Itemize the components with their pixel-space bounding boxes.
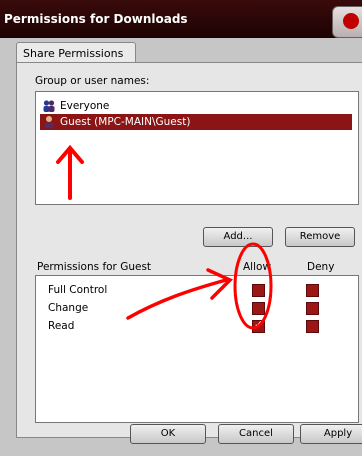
remove-button[interactable]: Remove — [285, 227, 355, 247]
window-title: Permissions for Downloads — [4, 12, 188, 26]
user-row-guest[interactable]: Guest (MPC-MAIN\Guest) — [40, 114, 352, 130]
checkmark-icon: ✓ — [254, 318, 264, 331]
user-name: Guest (MPC-MAIN\Guest) — [60, 116, 191, 128]
apply-button[interactable]: Apply — [300, 424, 362, 444]
allow-checkbox[interactable] — [252, 284, 265, 297]
permission-name: Full Control — [48, 284, 108, 296]
allow-column-label: Allow — [243, 261, 272, 273]
group-icon — [43, 100, 55, 112]
tab-label: Share Permissions — [23, 47, 124, 60]
permissions-header: Permissions for Guest Allow Deny — [35, 257, 357, 275]
deny-column-label: Deny — [307, 261, 335, 273]
deny-checkbox[interactable] — [306, 284, 319, 297]
permission-row-full-control: Full Control — [36, 282, 358, 300]
deny-checkbox[interactable] — [306, 320, 319, 333]
user-icon — [44, 116, 54, 129]
allow-checkbox[interactable]: ✓ — [252, 318, 265, 333]
cancel-button[interactable]: Cancel — [218, 424, 294, 444]
permissions-list: Full Control Change Read ✓ — [35, 275, 359, 423]
permission-name: Change — [48, 302, 89, 314]
dialog-body: Share Permissions Group or user names: E… — [0, 38, 362, 456]
user-list[interactable]: Everyone Guest (MPC-MAIN\Guest) — [35, 91, 359, 205]
user-name: Everyone — [60, 100, 110, 112]
title-bar: Permissions for Downloads — [0, 0, 362, 38]
permission-name: Read — [48, 320, 75, 332]
tab-share-permissions[interactable]: Share Permissions — [16, 42, 136, 63]
permission-row-read: Read ✓ — [36, 318, 358, 336]
permission-row-change: Change — [36, 300, 358, 318]
add-button[interactable]: Add... — [203, 227, 273, 247]
group-label: Group or user names: — [35, 75, 150, 87]
ok-button[interactable]: OK — [130, 424, 206, 444]
permissions-label: Permissions for Guest — [37, 261, 152, 273]
close-icon — [343, 13, 359, 29]
permissions-dialog: Permissions for Downloads Share Permissi… — [0, 0, 362, 456]
user-row-everyone[interactable]: Everyone — [40, 98, 352, 114]
deny-checkbox[interactable] — [306, 302, 319, 315]
share-permissions-panel: Group or user names: Everyone Guest (MPC… — [16, 62, 362, 438]
allow-checkbox[interactable] — [252, 302, 265, 315]
close-button[interactable] — [332, 6, 362, 38]
